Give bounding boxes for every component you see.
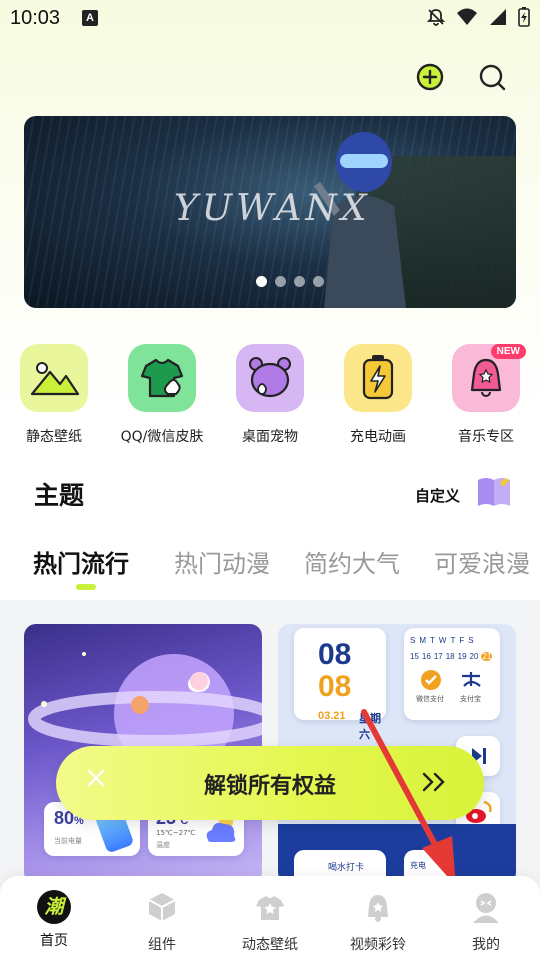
category-music-zone[interactable]: NEW 音乐专区 — [432, 344, 540, 446]
nav-label: 首页 — [40, 933, 68, 949]
bell-star-icon — [368, 895, 388, 922]
category-label: 静态壁纸 — [26, 429, 82, 445]
notification-icon: A — [82, 10, 98, 26]
custom-button-label[interactable]: 自定义 — [415, 485, 460, 506]
tshirt-star-icon — [256, 896, 284, 920]
category-static-wallpaper[interactable]: 静态壁纸 — [0, 344, 108, 446]
mute-bell-icon — [426, 9, 446, 26]
pay-label-2: 支付宝 — [460, 695, 481, 703]
temp-range: 15℃~27℃ — [156, 829, 196, 837]
pagination-dot[interactable] — [313, 276, 324, 287]
search-icon[interactable] — [477, 62, 507, 92]
water-label: 喝水打卡 — [328, 863, 365, 873]
category-qq-wechat-skin[interactable]: QQ/微信皮肤 — [108, 344, 216, 446]
nav-profile[interactable]: 我的 — [432, 890, 540, 954]
category-label: 桌面宠物 — [242, 429, 298, 445]
calendar-row: 15 16 17 18 19 20 21 — [410, 652, 493, 661]
pagination-dot[interactable] — [256, 276, 267, 287]
calendar-day: 16 — [421, 652, 431, 661]
wechat-pay-icon — [421, 670, 441, 690]
calendar-day: 21 — [481, 652, 493, 661]
section-title: 主题 — [34, 481, 85, 510]
calendar-day: 18 — [445, 652, 455, 661]
hero-banner[interactable]: YUWANX — [24, 116, 516, 308]
status-time: 10:03 — [10, 7, 61, 29]
calendar-day-name: T — [430, 636, 435, 645]
nav-label: 组件 — [148, 937, 176, 953]
open-book-icon[interactable] — [476, 476, 512, 508]
category-charging-animation[interactable]: 充电动画 — [324, 344, 432, 446]
calendar-day-name: S — [410, 636, 416, 645]
tab-cute-romantic[interactable]: 可爱浪漫 — [434, 544, 530, 579]
tab-hot-anime[interactable]: 热门动漫 — [174, 544, 270, 579]
pagination-dot[interactable] — [275, 276, 286, 287]
user-face-icon — [473, 893, 499, 923]
calendar-day: 20 — [469, 652, 479, 661]
double-chevron-right-icon[interactable] — [420, 770, 448, 794]
date-line-1: 08 — [318, 638, 352, 671]
calendar-header: S M T W T F S — [410, 636, 474, 645]
battery-icon — [518, 7, 530, 27]
nav-label: 动态壁纸 — [242, 937, 298, 953]
calendar-day-name: F — [459, 636, 465, 645]
category-row: 静态壁纸 QQ/微信皮肤 桌面宠物 充电动画 NEW 音乐专区 — [0, 344, 540, 454]
battery-label: 当前电量 — [54, 837, 82, 845]
category-label: 音乐专区 — [458, 429, 514, 445]
calendar-widget: S M T W T F S 15 16 17 18 19 20 21 微信支付 … — [404, 628, 500, 720]
nav-widgets[interactable]: 组件 — [108, 890, 216, 954]
power-label: 充电 — [410, 861, 426, 870]
nav-home[interactable]: 潮 首页 — [0, 890, 108, 950]
bottom-navigation: 潮 首页 组件 动态壁纸 视频彩铃 我的 — [0, 876, 540, 960]
calendar-day: 17 — [433, 652, 443, 661]
pay-label-1: 微信支付 — [416, 695, 444, 703]
home-badge-text: 潮 — [37, 890, 71, 924]
calendar-day: 15 — [410, 652, 419, 661]
plus-circle-icon[interactable] — [415, 62, 445, 92]
banner-title: YUWANX — [174, 188, 371, 229]
category-desktop-pet[interactable]: 桌面宠物 — [216, 344, 324, 446]
status-icons — [426, 7, 530, 27]
calendar-day-name: W — [438, 636, 447, 645]
bell-music-icon: NEW — [452, 344, 526, 412]
calendar-day: 19 — [457, 652, 467, 661]
calendar-day-name: S — [468, 636, 474, 645]
mountain-image-icon — [20, 344, 88, 412]
tshirt-icon — [128, 344, 196, 412]
nav-live-wallpaper[interactable]: 动态壁纸 — [216, 890, 324, 954]
date-widget: 08 08 03.21 星期六 — [294, 628, 386, 741]
unlock-all-benefits-banner[interactable]: 解锁所有权益 — [56, 746, 484, 820]
calendar-day-name: M — [419, 636, 427, 645]
nav-label: 视频彩铃 — [350, 937, 406, 953]
temp-label: 温度 — [156, 841, 170, 849]
weekday-label: 星期六 — [359, 712, 381, 741]
signal-icon — [490, 9, 506, 25]
bear-pet-icon — [236, 344, 304, 412]
category-label: 充电动画 — [350, 429, 406, 445]
pagination-dot[interactable] — [294, 276, 305, 287]
category-label: QQ/微信皮肤 — [120, 429, 204, 445]
active-tab-indicator — [76, 584, 96, 590]
date-line-2: 08 — [318, 670, 352, 703]
cube-icon — [148, 893, 176, 921]
nav-video-ringtone[interactable]: 视频彩铃 — [324, 890, 432, 954]
nav-label: 我的 — [472, 937, 500, 953]
banner-pagination[interactable] — [256, 276, 324, 287]
date-small: 03.21 — [318, 710, 346, 722]
home-chao-icon: 潮 — [37, 890, 71, 924]
new-badge: NEW — [490, 344, 526, 359]
wifi-icon — [457, 8, 477, 25]
tab-hot-popular[interactable]: 热门流行 — [33, 544, 129, 579]
alipay-icon — [462, 672, 481, 687]
battery-bolt-icon — [344, 344, 412, 412]
tab-simple-elegant[interactable]: 简约大气 — [304, 544, 400, 579]
calendar-day-name: T — [450, 636, 456, 645]
theme-tabs: 热门流行 热门动漫 简约大气 可爱浪漫 — [0, 540, 540, 590]
status-bar: 10:03 A — [0, 0, 540, 38]
